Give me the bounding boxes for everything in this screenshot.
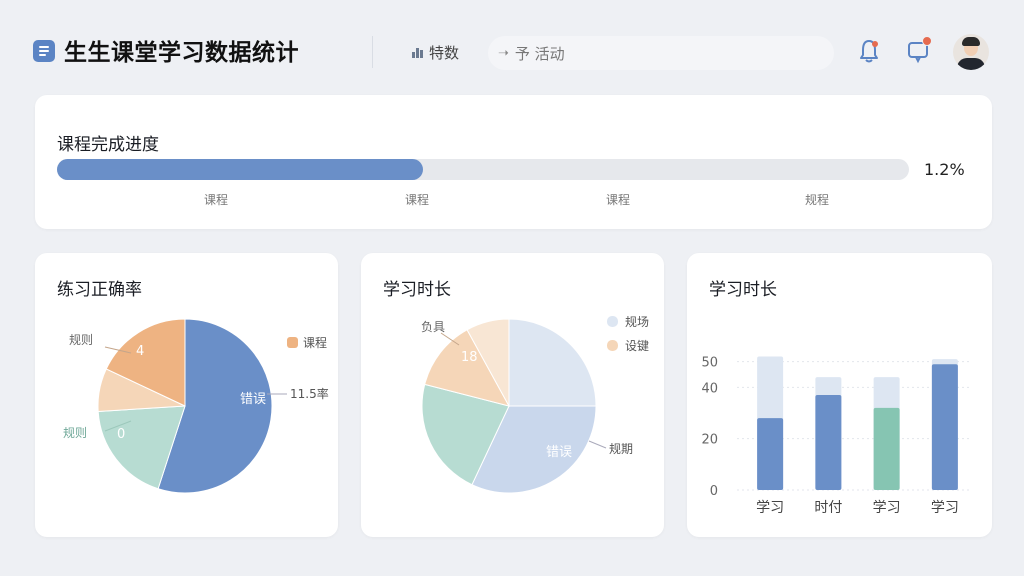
slice-label: 4	[136, 344, 144, 359]
header-divider	[372, 36, 373, 68]
accuracy-card: 练习正确率 规则 规则 11.5率 错误 4 0 课程	[35, 253, 338, 537]
tab-activity-label: 予 活动	[514, 44, 565, 63]
y-tick-label: 40	[701, 381, 718, 396]
legend-label: 规场	[625, 314, 649, 329]
duration-pie-chart: 负具 规期 错误 18 规场 设键	[421, 314, 649, 494]
callout-label: 11.5率	[290, 386, 329, 401]
bar	[873, 407, 900, 490]
slice-label: 错误	[240, 392, 266, 407]
milestone-label: 课程	[605, 193, 631, 207]
x-tick-label: 时付	[814, 500, 842, 516]
slice-label: 18	[461, 350, 478, 365]
legend-label: 课程	[303, 335, 327, 350]
avatar[interactable]	[953, 34, 989, 70]
bell-icon[interactable]	[857, 38, 881, 64]
x-tick-label: 学习	[931, 500, 959, 516]
legend-swatch	[287, 337, 298, 348]
callout-label: 规则	[69, 332, 93, 347]
document-icon	[33, 40, 55, 62]
bar	[757, 418, 784, 490]
y-tick-label: 50	[701, 356, 718, 371]
callout-label: 负具	[421, 320, 445, 334]
duration-bar-card: 学习时长 0 20 40 50 学习 时付 学习 学习	[687, 253, 992, 537]
progress-card: 课程完成进度 1.2% 课程 课程 课程 规程	[35, 95, 992, 229]
tab-activity[interactable]: ➝ 予 活动	[488, 36, 834, 70]
y-tick-label: 0	[710, 484, 718, 499]
legend-swatch	[607, 316, 618, 327]
milestone-label: 课程	[404, 193, 430, 207]
bar	[931, 364, 958, 490]
tab-stats[interactable]: 特数	[402, 36, 469, 68]
progress-title: 课程完成进度	[57, 135, 159, 155]
callout-label: 规则	[63, 425, 87, 440]
slice-label: 0	[117, 427, 125, 442]
duration-bar-chart: 0 20 40 50 学习 时付 学习 学习	[701, 356, 970, 516]
pie-slice	[508, 318, 597, 407]
progress-percent: 1.2%	[924, 160, 965, 179]
page-title: 生生课堂学习数据统计	[64, 40, 299, 66]
callout-label: 规期	[609, 441, 633, 456]
slice-label: 错误	[546, 445, 572, 460]
arrow-right-icon: ➝	[498, 45, 509, 61]
top-bar: 生生课堂学习数据统计 特数 ➝ 予 活动	[0, 0, 1024, 92]
progress-track	[57, 159, 909, 180]
y-tick-label: 20	[701, 433, 718, 448]
legend-label: 设键	[625, 339, 649, 353]
bar-chart-icon	[412, 46, 423, 58]
message-icon[interactable]	[906, 36, 932, 64]
x-tick-label: 学习	[873, 500, 901, 516]
milestone-label: 课程	[203, 193, 229, 207]
legend-swatch	[607, 340, 618, 351]
accuracy-pie-chart: 规则 规则 11.5率 错误 4 0 课程	[63, 318, 329, 494]
notification-badge	[922, 36, 932, 46]
progress-fill	[57, 159, 424, 180]
duration-pie-card: 学习时长 负具 规期 错误 18 规场 设键	[361, 253, 664, 537]
milestone-label: 规程	[804, 193, 830, 207]
x-tick-label: 学习	[756, 500, 784, 516]
bar	[815, 395, 842, 490]
tab-stats-label: 特数	[429, 43, 460, 62]
